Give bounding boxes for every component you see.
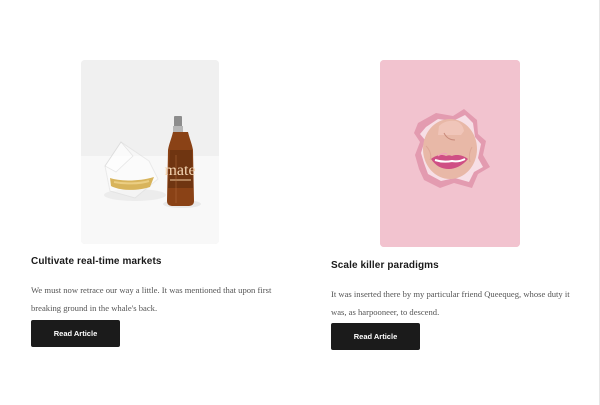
article-excerpt: We must now retrace our way a little. It…: [31, 285, 272, 313]
bottle-and-glass-photo-icon: mate: [81, 60, 219, 244]
article-excerpt: It was inserted there by my particular f…: [331, 289, 570, 317]
lips-through-paper-photo-icon: [380, 60, 520, 247]
article-image[interactable]: mate: [81, 60, 219, 244]
article-image[interactable]: [380, 60, 520, 247]
read-article-button[interactable]: Read Article: [331, 323, 420, 350]
read-article-button[interactable]: Read Article: [31, 320, 120, 347]
svg-text:mate: mate: [164, 162, 195, 179]
article-title[interactable]: Scale killer paradigms: [331, 260, 439, 271]
article-title[interactable]: Cultivate real-time markets: [31, 256, 162, 267]
